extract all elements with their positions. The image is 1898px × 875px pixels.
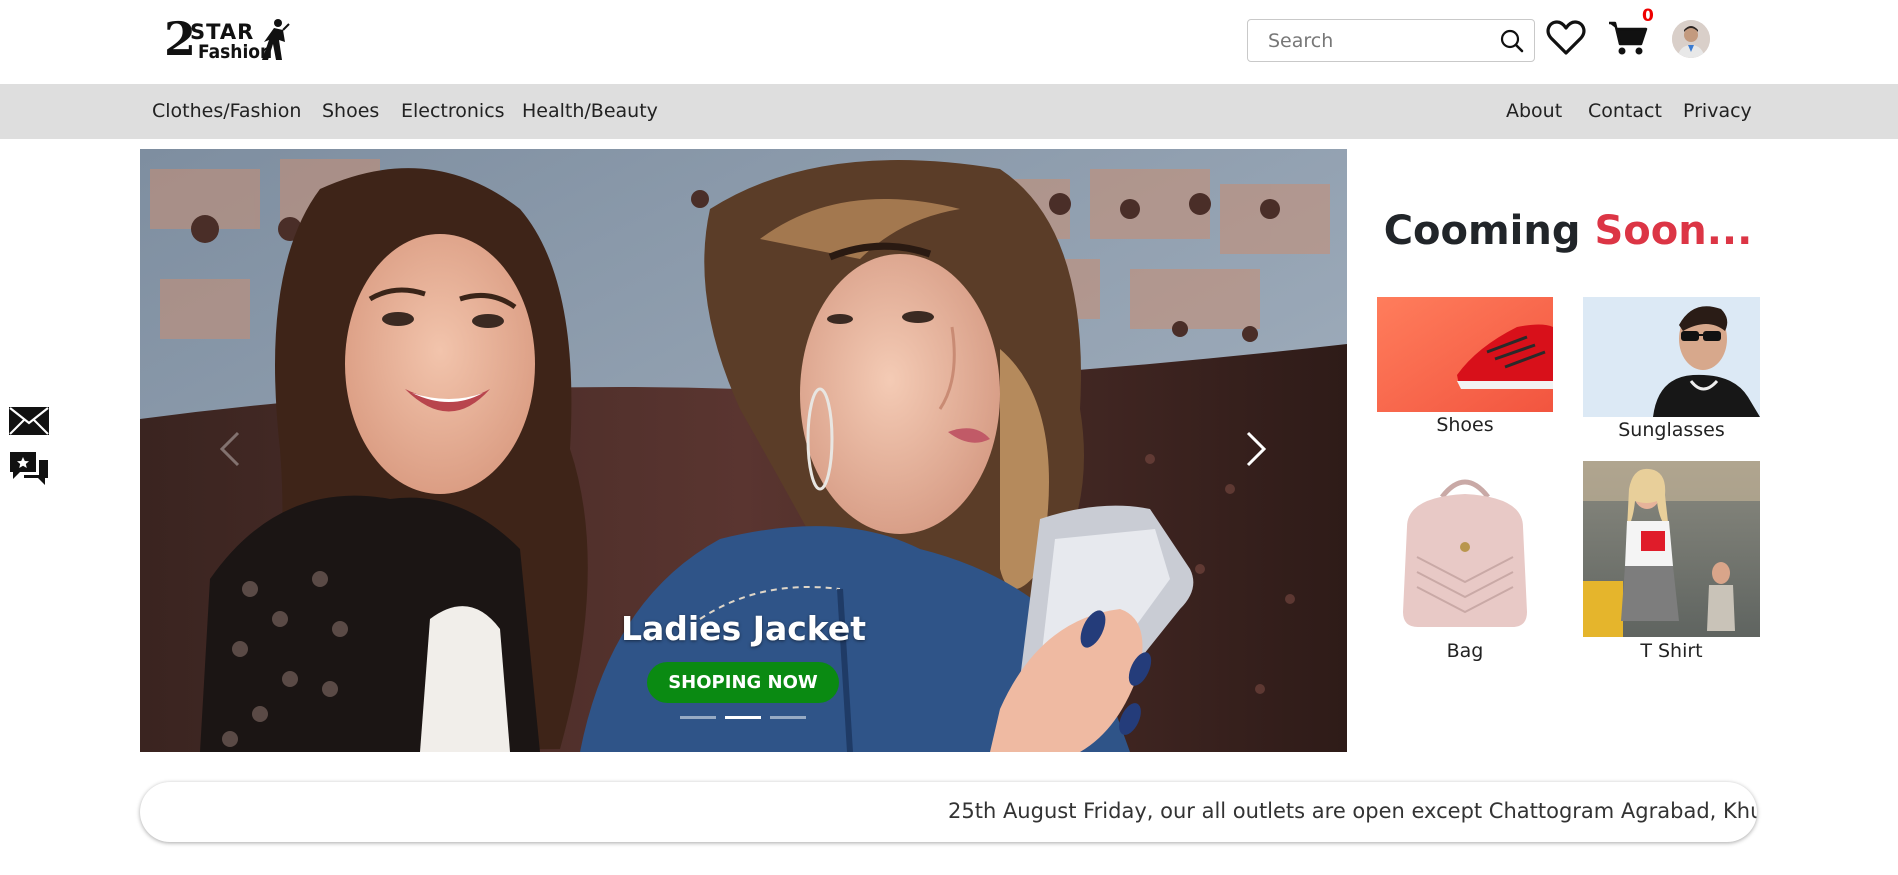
carousel-indicators [680,716,810,720]
coming-soon-tile-sunglasses[interactable] [1583,297,1760,417]
sunglasses-image [1583,297,1760,417]
carousel-indicator-2[interactable] [725,716,761,719]
shoes-image [1377,297,1553,412]
shopping-now-button[interactable]: SHOPING NOW [647,662,839,703]
review-chat-icon[interactable] [8,450,50,488]
nav-about[interactable]: About [1506,100,1562,122]
carousel-prev-icon[interactable] [200,419,260,479]
logo-figure-icon [262,19,290,60]
search-input[interactable] [1266,26,1490,56]
nav-privacy[interactable]: Privacy [1683,100,1752,122]
mail-icon[interactable] [8,406,50,436]
coming-soon-label-tshirt[interactable]: T Shirt [1583,640,1760,662]
slide-caption: Ladies Jacket [620,609,867,648]
search-box[interactable] [1247,19,1535,62]
heart-icon[interactable] [1546,20,1586,56]
coming-soon-tile-bag[interactable] [1377,462,1553,638]
category-navbar: Clothes/Fashion Shoes Electronics Health… [0,84,1898,139]
carousel-indicator-1[interactable] [680,716,716,719]
cart-count-badge: 0 [1642,6,1654,26]
coming-soon-title-part1: Cooming [1383,208,1581,254]
coming-soon-label-sunglasses[interactable]: Sunglasses [1583,419,1760,441]
coming-soon-title-part2: Soon... [1594,208,1753,254]
notice-marquee: 25th August Friday, our all outlets are … [140,782,1757,842]
top-header: 2 STAR Fashion 0 [0,0,1898,84]
coming-soon-label-shoes[interactable]: Shoes [1377,414,1553,436]
avatar[interactable] [1672,20,1710,58]
nav-health-beauty[interactable]: Health/Beauty [522,100,658,122]
nav-electronics[interactable]: Electronics [401,100,505,122]
coming-soon-title: Cooming Soon... [1380,208,1756,254]
coming-soon-tile-shoes[interactable] [1377,297,1553,412]
tshirt-image [1583,461,1760,637]
logo-star-text: STAR [190,20,255,44]
brand-logo[interactable]: 2 STAR Fashion [164,14,290,64]
coming-soon-tile-tshirt[interactable] [1583,461,1760,637]
avatar-image [1672,20,1710,58]
search-icon[interactable] [1500,29,1524,53]
bag-image [1377,462,1553,638]
nav-shoes[interactable]: Shoes [322,100,379,122]
notice-text: 25th August Friday, our all outlets are … [948,799,1757,823]
carousel-indicator-3[interactable] [770,716,806,719]
nav-contact[interactable]: Contact [1588,100,1662,122]
hero-carousel[interactable]: Ladies Jacket SHOPING NOW [140,149,1347,752]
nav-clothes-fashion[interactable]: Clothes/Fashion [152,100,301,122]
carousel-next-icon[interactable] [1226,419,1286,479]
coming-soon-label-bag[interactable]: Bag [1377,640,1553,662]
